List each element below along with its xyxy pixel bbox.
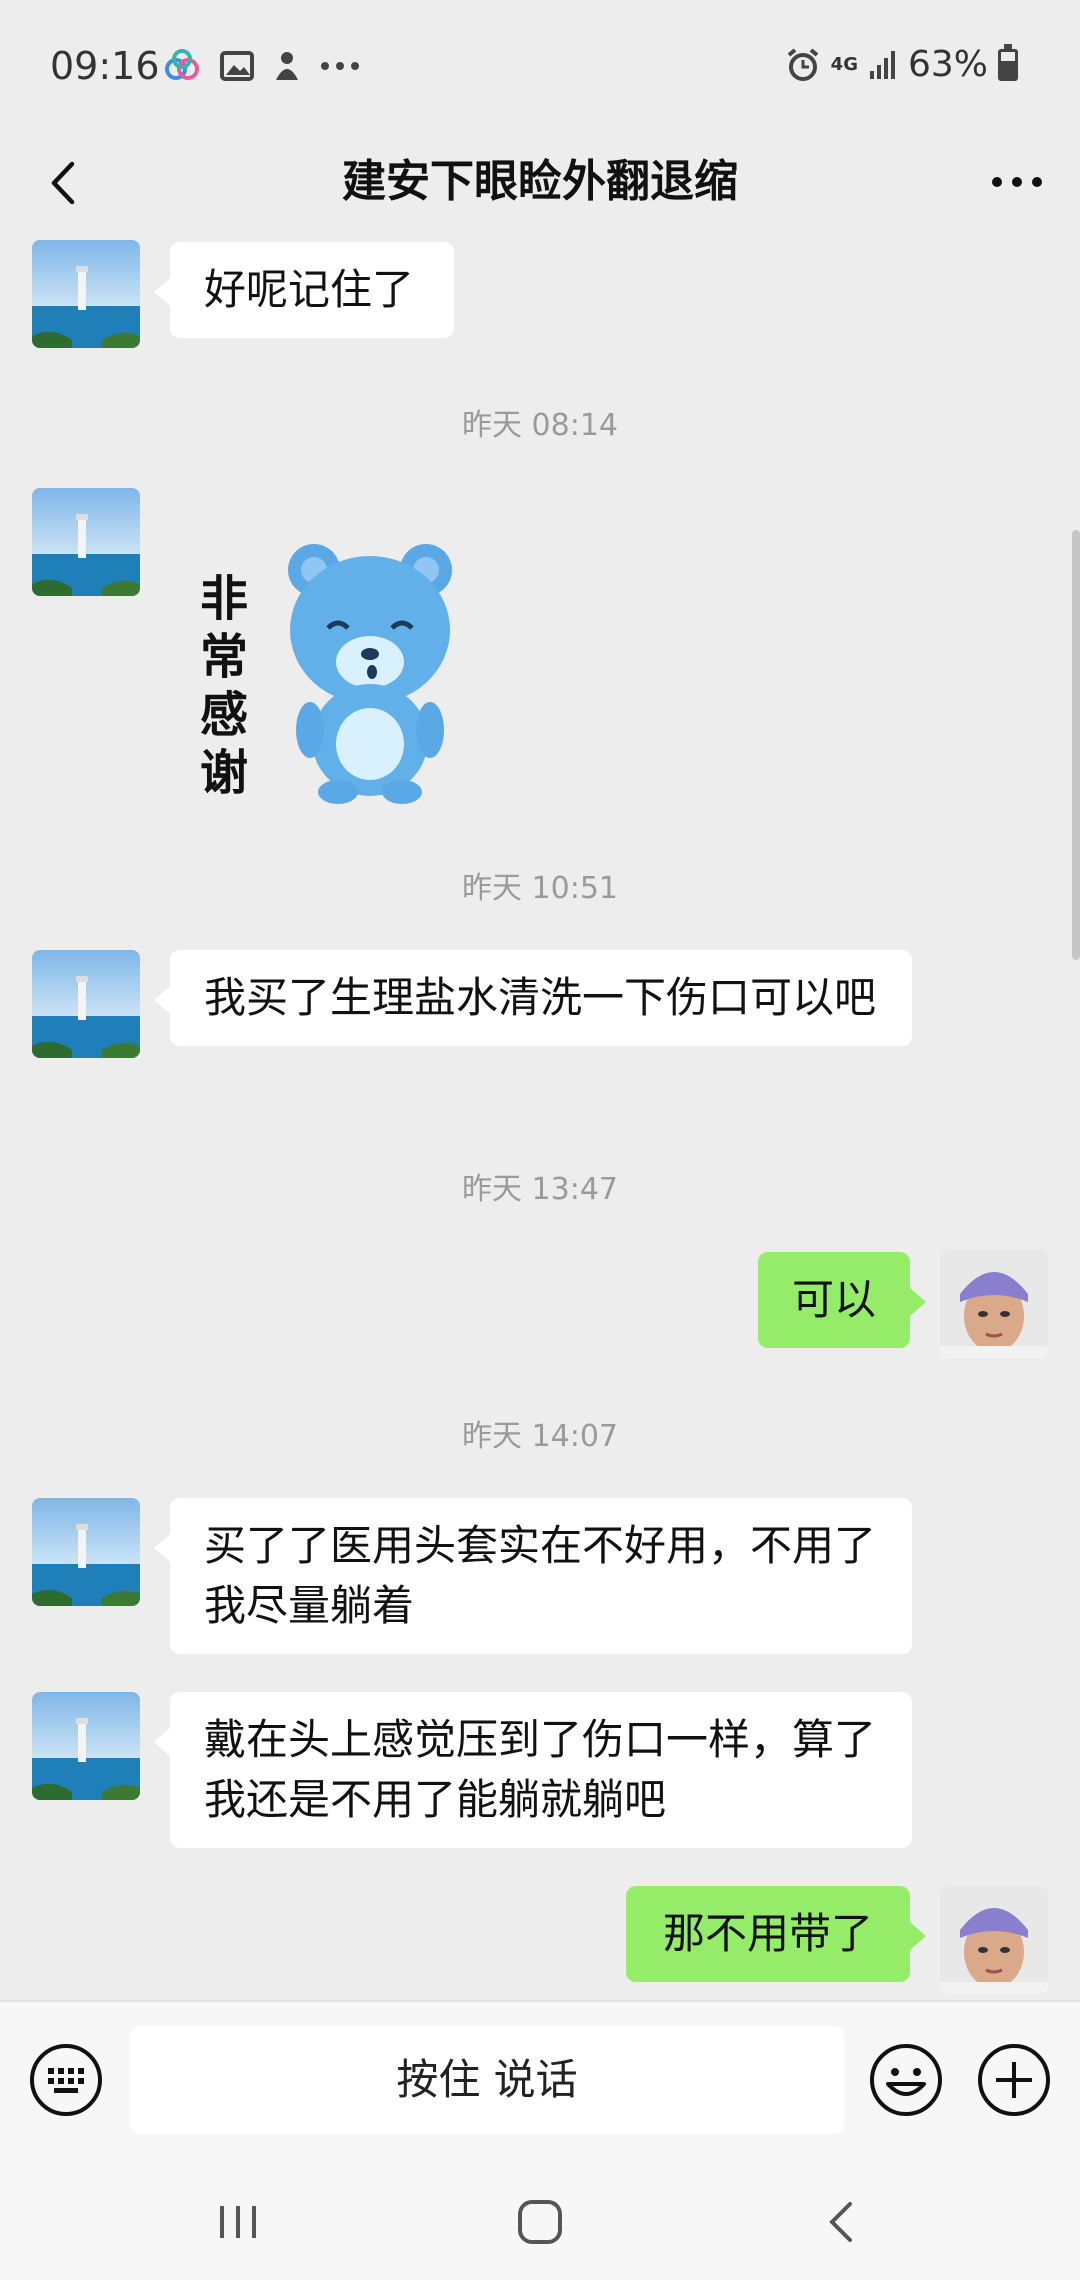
battery-icon <box>998 43 1018 81</box>
more-horizontal-icon[interactable] <box>982 152 1052 212</box>
back-icon[interactable] <box>812 2192 872 2252</box>
emoji-icon[interactable] <box>868 2042 944 2118</box>
status-right: 4G 63% <box>785 43 1018 85</box>
chat-header: 建安下眼睑外翻退缩 <box>0 130 1080 240</box>
more-dots-icon <box>321 62 359 70</box>
gallery-icon <box>220 51 254 81</box>
contact-avatar[interactable] <box>32 1692 140 1800</box>
message-bubble-incoming[interactable]: 买了了医用头套实在不好用，不用了我尽量躺着 <box>154 1498 912 1654</box>
sticker-message[interactable]: 非常感谢 <box>190 530 470 810</box>
lighthouse-avatar-icon <box>32 1498 140 1606</box>
message-text: 可以 <box>791 1275 876 1324</box>
contact-avatar[interactable] <box>32 240 140 348</box>
status-left-icons <box>162 46 360 86</box>
person-avatar-icon <box>940 1886 1048 1994</box>
message-timestamp: 昨天 14:07 <box>462 1419 618 1454</box>
sticker-caption: 非常感谢 <box>200 571 249 801</box>
network-type: 4G <box>830 54 858 75</box>
message-timestamp: 昨天 13:47 <box>462 1172 618 1207</box>
message-timestamp: 昨天 08:14 <box>462 408 618 443</box>
keyboard-icon[interactable] <box>28 2042 104 2118</box>
message-text: 我买了生理盐水清洗一下伤口可以吧 <box>204 973 877 1022</box>
my-avatar[interactable] <box>940 1250 1048 1358</box>
scrollbar[interactable] <box>1072 530 1080 960</box>
system-navigation-bar <box>0 2160 1080 2280</box>
recents-icon[interactable] <box>208 2192 268 2252</box>
contact-avatar[interactable] <box>32 950 140 1058</box>
chat-input-bar: 按住 说话 <box>0 2000 1080 2162</box>
lighthouse-avatar-icon <box>32 1692 140 1800</box>
person-avatar-icon <box>940 1250 1048 1358</box>
message-bubble-incoming[interactable]: 我买了生理盐水清洗一下伤口可以吧 <box>154 950 912 1046</box>
message-bubble-incoming[interactable]: 戴在头上感觉压到了伤口一样，算了我还是不用了能躺就躺吧 <box>154 1692 912 1848</box>
alarm-icon <box>787 47 818 81</box>
chat-title[interactable]: 建安下眼睑外翻退缩 <box>0 150 1080 214</box>
lighthouse-avatar-icon <box>32 488 140 596</box>
plus-icon[interactable] <box>976 2042 1052 2118</box>
status-bar: 09:16 4G 63% <box>0 0 1080 130</box>
message-timestamp: 昨天 10:51 <box>462 871 618 906</box>
lighthouse-avatar-icon <box>32 240 140 348</box>
blue-bear-sticker-icon <box>288 544 452 804</box>
notification-icon <box>276 52 298 80</box>
signal-icon <box>869 50 895 79</box>
my-avatar[interactable] <box>940 1886 1048 1994</box>
message-bubble-outgoing[interactable]: 可以 <box>758 1252 926 1348</box>
status-time: 09:16 <box>50 44 160 88</box>
message-text: 买了了医用头套实在不好用，不用了我尽量躺着 <box>204 1521 877 1630</box>
hold-to-talk-button[interactable]: 按住 说话 <box>130 2026 844 2134</box>
home-icon[interactable] <box>510 2192 570 2252</box>
message-bubble-outgoing[interactable]: 那不用带了 <box>626 1886 926 1982</box>
chat-message-list[interactable]: 好呢记住了 昨天 08:14 非常感谢 昨天 10:51 我买了生理盐水清洗一下… <box>0 240 1080 2000</box>
lighthouse-avatar-icon <box>32 950 140 1058</box>
message-bubble-incoming[interactable]: 好呢记住了 <box>154 242 454 338</box>
cloud-app-icon <box>165 49 199 80</box>
contact-avatar[interactable] <box>32 488 140 596</box>
message-text: 戴在头上感觉压到了伤口一样，算了我还是不用了能躺就躺吧 <box>204 1715 877 1824</box>
contact-avatar[interactable] <box>32 1498 140 1606</box>
message-text: 好呢记住了 <box>204 265 415 314</box>
message-text: 那不用带了 <box>662 1909 873 1958</box>
battery-percent: 63% <box>907 44 988 85</box>
